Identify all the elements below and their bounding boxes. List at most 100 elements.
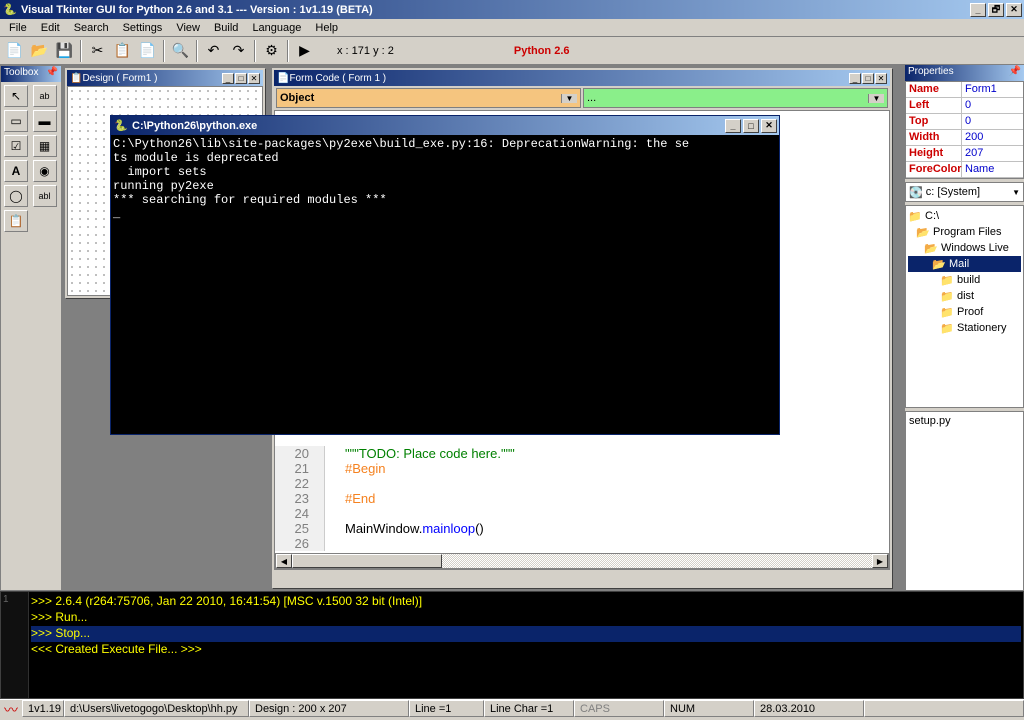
form-icon: 📋 bbox=[70, 73, 82, 84]
file-list[interactable]: setup.py bbox=[905, 411, 1024, 591]
menu-view[interactable]: View bbox=[169, 20, 207, 36]
toolbox-header: Toolbox 📌 bbox=[1, 66, 61, 82]
tool-combo[interactable]: 📋 bbox=[4, 210, 28, 232]
console-close[interactable]: ✕ bbox=[761, 119, 777, 133]
tree-item[interactable]: 📁C:\ bbox=[908, 208, 1021, 224]
prop-width-value[interactable]: 200 bbox=[962, 130, 1023, 145]
coordinates-display: x : 171 y : 2 bbox=[337, 45, 394, 57]
prop-height-value[interactable]: 207 bbox=[962, 146, 1023, 161]
console-maximize[interactable]: □ bbox=[743, 119, 759, 133]
menu-build[interactable]: Build bbox=[207, 20, 245, 36]
tree-item[interactable]: 📁dist bbox=[908, 288, 1021, 304]
redo-button[interactable]: ↷ bbox=[227, 40, 250, 62]
properties-header: Properties 📌 bbox=[905, 65, 1024, 81]
tool-checkbox[interactable]: ☑ bbox=[4, 135, 28, 157]
repl-line: >>> 2.6.4 (r264:75706, Jan 22 2010, 16:4… bbox=[31, 594, 1021, 610]
tree-item[interactable]: 📁Stationery bbox=[908, 320, 1021, 336]
find-button[interactable]: 🔍 bbox=[169, 40, 192, 62]
menu-search[interactable]: Search bbox=[67, 20, 116, 36]
code-close[interactable]: ✕ bbox=[875, 73, 887, 84]
prop-forecolor-value[interactable]: Name bbox=[962, 162, 1023, 177]
status-design: Design : 200 x 207 bbox=[249, 700, 409, 717]
status-version: 1v1.19 bbox=[22, 700, 64, 717]
repl-margin: 1 bbox=[1, 592, 29, 698]
tool-entry[interactable]: ▬ bbox=[33, 110, 57, 132]
repl-console[interactable]: 1 >>> 2.6.4 (r264:75706, Jan 22 2010, 16… bbox=[0, 591, 1024, 699]
folder-icon: 📁 bbox=[940, 322, 954, 335]
build-button[interactable]: ⚙ bbox=[260, 40, 283, 62]
folder-icon: 📂 bbox=[916, 226, 930, 239]
chevron-down-icon[interactable]: ▼ bbox=[561, 94, 577, 103]
folder-tree[interactable]: 📁C:\ 📂Program Files 📂Windows Live 📂Mail … bbox=[905, 205, 1024, 408]
code-editor[interactable]: 20"""TODO: Place code here.""" 21#Begin … bbox=[275, 446, 889, 551]
menu-settings[interactable]: Settings bbox=[116, 20, 170, 36]
prop-name-value[interactable]: Form1 bbox=[962, 82, 1023, 97]
chevron-down-icon[interactable]: ▼ bbox=[868, 94, 884, 103]
menu-language[interactable]: Language bbox=[245, 20, 308, 36]
prop-top-value[interactable]: 0 bbox=[962, 114, 1023, 129]
new-button[interactable]: 📄 bbox=[3, 40, 26, 62]
drive-selector[interactable]: 💽 c: [System] ▼ bbox=[905, 182, 1024, 202]
cut-button[interactable]: ✂ bbox=[86, 40, 109, 62]
scroll-right-button[interactable]: ▶ bbox=[872, 554, 888, 568]
prop-left-value[interactable]: 0 bbox=[962, 98, 1023, 113]
folder-icon: 📂 bbox=[924, 242, 938, 255]
code-minimize[interactable]: _ bbox=[849, 73, 861, 84]
code-window-title: Form Code ( Form 1 ) bbox=[289, 73, 849, 84]
repl-line-selected: >>> Stop... bbox=[31, 626, 1021, 642]
toolbar: 📄 📂 💾 ✂ 📋 📄 🔍 ↶ ↷ ⚙ ▶ x : 171 y : 2 Pyth… bbox=[0, 37, 1024, 65]
tool-listbox[interactable]: ▦ bbox=[33, 135, 57, 157]
design-window-title: Design ( Form1 ) bbox=[82, 73, 222, 84]
undo-button[interactable]: ↶ bbox=[202, 40, 225, 62]
scroll-thumb[interactable] bbox=[292, 554, 442, 568]
object-combo[interactable]: Object ▼ bbox=[276, 88, 581, 108]
tool-radiobutton[interactable]: ◉ bbox=[33, 160, 57, 182]
app-icon: 🐍 bbox=[2, 2, 18, 18]
tool-label[interactable]: ab bbox=[33, 85, 57, 107]
console-title: C:\Python26\python.exe bbox=[132, 120, 725, 132]
console-window[interactable]: 🐍 C:\Python26\python.exe _ □ ✕ C:\Python… bbox=[110, 115, 780, 435]
status-line: Line =1 bbox=[409, 700, 484, 717]
properties-pin-icon[interactable]: 📌 bbox=[1009, 66, 1021, 80]
status-spacer bbox=[864, 700, 1024, 717]
close-button[interactable]: ✕ bbox=[1006, 3, 1022, 17]
console-output[interactable]: C:\Python26\lib\site-packages\py2exe\bui… bbox=[111, 135, 779, 434]
paste-button[interactable]: 📄 bbox=[136, 40, 159, 62]
tree-item[interactable]: 📁Proof bbox=[908, 304, 1021, 320]
copy-button[interactable]: 📋 bbox=[111, 40, 134, 62]
design-close[interactable]: ✕ bbox=[248, 73, 260, 84]
status-num: NUM bbox=[664, 700, 754, 717]
design-maximize[interactable]: □ bbox=[235, 73, 247, 84]
save-button[interactable]: 💾 bbox=[53, 40, 76, 62]
menu-edit[interactable]: Edit bbox=[34, 20, 67, 36]
tool-pointer[interactable]: ↖ bbox=[4, 85, 28, 107]
scroll-left-button[interactable]: ◀ bbox=[276, 554, 292, 568]
tree-item-selected[interactable]: 📂Mail bbox=[908, 256, 1021, 272]
tool-text[interactable]: A bbox=[4, 160, 28, 182]
folder-icon: 📂 bbox=[932, 258, 946, 271]
tool-entry2[interactable]: abl bbox=[33, 185, 57, 207]
code-maximize[interactable]: □ bbox=[862, 73, 874, 84]
tool-button[interactable]: ▭ bbox=[4, 110, 28, 132]
python-version-label: Python 2.6 bbox=[514, 45, 570, 57]
open-button[interactable]: 📂 bbox=[28, 40, 51, 62]
event-combo[interactable]: ... ▼ bbox=[583, 88, 888, 108]
toolbox-pin-icon[interactable]: 📌 bbox=[46, 67, 58, 81]
file-item[interactable]: setup.py bbox=[909, 415, 1020, 427]
tree-item[interactable]: 📁build bbox=[908, 272, 1021, 288]
design-minimize[interactable]: _ bbox=[222, 73, 234, 84]
maximize-button[interactable]: 🗗 bbox=[988, 3, 1004, 17]
editor-scrollbar-horizontal[interactable]: ◀ ▶ bbox=[275, 553, 889, 569]
run-button[interactable]: ▶ bbox=[293, 40, 316, 62]
minimize-button[interactable]: _ bbox=[970, 3, 986, 17]
status-linechar: Line Char =1 bbox=[484, 700, 574, 717]
chevron-down-icon[interactable]: ▼ bbox=[1012, 188, 1020, 197]
folder-icon: 📁 bbox=[940, 274, 954, 287]
menu-help[interactable]: Help bbox=[308, 20, 345, 36]
tree-item[interactable]: 📂Program Files bbox=[908, 224, 1021, 240]
python-icon: 🐍 bbox=[113, 118, 129, 134]
menu-file[interactable]: File bbox=[2, 20, 34, 36]
console-minimize[interactable]: _ bbox=[725, 119, 741, 133]
tool-checkbutton[interactable]: ◯ bbox=[4, 185, 28, 207]
tree-item[interactable]: 📂Windows Live bbox=[908, 240, 1021, 256]
